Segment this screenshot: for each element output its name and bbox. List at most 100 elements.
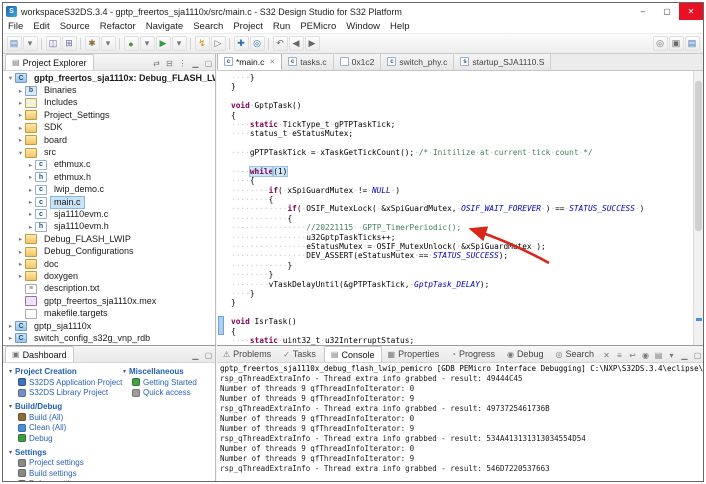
menu-project[interactable]: Project [228, 21, 268, 32]
view-tab-console[interactable]: ▤ Console [323, 346, 382, 362]
tree-collapsed-arrow-icon[interactable]: ▸ [26, 223, 35, 231]
project-tree[interactable]: ▾ Cgptp_freertos_sja1110x: Debug_FLASH_LW… [3, 71, 215, 344]
toolbar-build-dropdown-icon[interactable]: ▾ [100, 36, 116, 51]
tree-collapsed-arrow-icon[interactable]: ▸ [16, 87, 25, 95]
tree-item[interactable]: ▸ c sja1110evm.c [3, 208, 215, 220]
clear-console-icon[interactable]: ✕ [600, 348, 613, 362]
tree-item[interactable]: gptp_freertos_sja1110x.mex [3, 295, 215, 307]
maximize-icon[interactable]: ▢ [202, 348, 215, 362]
editor-scrollbar[interactable] [693, 71, 703, 345]
tree-item[interactable]: ▾ Cgptp_freertos_sja1110x: Debug_FLASH_LW… [3, 72, 215, 84]
tree-item[interactable]: ▸ Project_Settings [3, 109, 215, 121]
toolbar-new-wizard-icon[interactable]: ✚ [233, 36, 249, 51]
menu-pemicro[interactable]: PEMicro [295, 21, 341, 32]
tree-collapsed-arrow-icon[interactable]: ▸ [6, 334, 15, 342]
view-tab-problems[interactable]: ⚠ Problems [217, 346, 277, 362]
editor-tab-tasks-c[interactable]: c tasks.c [282, 54, 334, 70]
tree-collapsed-arrow-icon[interactable]: ▸ [16, 235, 25, 243]
tree-expanded-arrow-icon[interactable]: ▾ [16, 149, 25, 157]
menu-window[interactable]: Window [341, 21, 385, 32]
dashboard-link-clean-all-[interactable]: Clean (All) [9, 423, 123, 434]
tree-collapsed-arrow-icon[interactable]: ▸ [16, 99, 25, 107]
view-menu-icon[interactable]: ⋮ [176, 56, 189, 70]
dashboard-link-getting-started[interactable]: Getting Started [123, 377, 213, 388]
view-tab-tasks[interactable]: ✓ Tasks [277, 346, 322, 362]
tree-collapsed-arrow-icon[interactable]: ▸ [26, 210, 35, 218]
toolbar-build-all-icon[interactable]: ✱ [84, 36, 100, 51]
minimize-icon[interactable]: ▁ [189, 348, 202, 362]
tree-item[interactable]: ▸ h ethmux.h [3, 171, 215, 183]
view-tab-progress[interactable]: ◔ Progress [445, 346, 501, 362]
dashboard-section-title[interactable]: ▾ Build/Debug [9, 401, 123, 412]
editor-scrollbar-thumb[interactable] [695, 81, 702, 231]
tree-collapsed-arrow-icon[interactable]: ▸ [16, 136, 25, 144]
tree-item[interactable]: makefile.targets [3, 307, 215, 319]
tree-collapsed-arrow-icon[interactable]: ▸ [16, 260, 25, 268]
tree-item[interactable]: ▸ SDK [3, 122, 215, 134]
tree-item[interactable]: ▸ Cswitch_config_s32g_vnp_rdb [3, 332, 215, 344]
code-editor[interactable]: ····}} void·GptpTask(){····static·TickTyp… [217, 71, 693, 345]
dashboard-link-s32ds-application-project[interactable]: S32DS Application Project [9, 377, 123, 388]
toolbar-last-edit-icon[interactable]: ↶ [272, 36, 288, 51]
toolbar-run-icon[interactable]: ▶ [155, 36, 171, 51]
word-wrap-icon[interactable]: ↩ [626, 348, 639, 362]
dashboard-section-title[interactable]: ▾ Miscellaneous [123, 366, 213, 377]
minimize-icon[interactable]: ▁ [678, 348, 691, 362]
toolbar-quick-access-search-icon[interactable]: ◎ [652, 36, 668, 51]
toolbar-perspective-debug-icon[interactable]: ▣ [668, 36, 684, 51]
toolbar-new-icon[interactable]: ▤ [6, 36, 22, 51]
toolbar-debug-icon[interactable]: ● [123, 36, 139, 51]
tree-collapsed-arrow-icon[interactable]: ▸ [16, 111, 25, 119]
toolbar-new-dropdown-icon[interactable]: ▾ [22, 36, 38, 51]
toolbar-back-icon[interactable]: ◀ [288, 36, 304, 51]
tree-collapsed-arrow-icon[interactable]: ▸ [6, 322, 15, 330]
close-tab-icon[interactable]: ✕ [269, 58, 275, 66]
open-console-dropdown-icon[interactable]: ▾ [665, 348, 678, 362]
dashboard-section-title[interactable]: ▾ Project Creation [9, 366, 123, 377]
tree-item[interactable]: ▸ c lwip_demo.c [3, 184, 215, 196]
collapse-all-icon[interactable]: ⊟ [163, 56, 176, 70]
tree-item[interactable]: ▾ src [3, 146, 215, 158]
maximize-icon[interactable]: ▢ [691, 348, 703, 362]
tree-item[interactable]: ▸ doc [3, 258, 215, 270]
dashboard-section-title[interactable]: ▾ Settings [9, 447, 123, 458]
tree-collapsed-arrow-icon[interactable]: ▸ [26, 198, 35, 206]
tree-collapsed-arrow-icon[interactable]: ▸ [16, 124, 25, 132]
toolbar-search-icon[interactable]: ◎ [249, 36, 265, 51]
tree-item[interactable]: ▸ Debug_FLASH_LWIP [3, 233, 215, 245]
tree-item[interactable]: ▸ b Binaries [3, 84, 215, 96]
section-expand-icon[interactable]: ▾ [9, 368, 12, 375]
dashboard-link-s32ds-library-project[interactable]: S32DS Library Project [9, 388, 123, 399]
toolbar-save-icon[interactable]: ◫ [45, 36, 61, 51]
toolbar-forward-icon[interactable]: ▶ [304, 36, 320, 51]
tree-item[interactable]: ▸ c main.c [3, 195, 215, 209]
project-explorer-tab[interactable]: ▤ Project Explorer [5, 54, 94, 70]
view-tab-debug[interactable]: ◉ Debug [501, 346, 550, 362]
view-tab-properties[interactable]: ▦ Properties [382, 346, 446, 362]
menu-file[interactable]: File [3, 21, 28, 32]
tree-collapsed-arrow-icon[interactable]: ▸ [26, 161, 35, 169]
menu-navigate[interactable]: Navigate [141, 21, 189, 32]
dashboard-link-quick-access[interactable]: Quick access [123, 388, 213, 399]
console-output[interactable]: gptp_freertos_sja1110x_debug_flash_lwip_… [217, 363, 703, 481]
toolbar-flash-programmer-icon[interactable]: ↯ [194, 36, 210, 51]
close-button[interactable]: ✕ [679, 3, 703, 20]
tree-item[interactable]: ▸ Includes [3, 97, 215, 109]
tree-item[interactable]: ▸ doxygen [3, 270, 215, 282]
link-with-editor-icon[interactable]: ⇄ [150, 56, 163, 70]
dashboard-link-debug-settings[interactable]: Debug settings [9, 479, 123, 481]
tree-collapsed-arrow-icon[interactable]: ▸ [26, 186, 35, 194]
dashboard-link-debug[interactable]: Debug [9, 433, 123, 444]
editor-tab--main-c[interactable]: c *main.c ✕ [217, 54, 283, 70]
tree-collapsed-arrow-icon[interactable]: ▸ [16, 272, 25, 280]
section-expand-icon[interactable]: ▾ [9, 403, 12, 410]
section-expand-icon[interactable]: ▾ [9, 449, 12, 456]
tree-collapsed-arrow-icon[interactable]: ▸ [16, 248, 25, 256]
section-expand-icon[interactable]: ▾ [123, 368, 126, 375]
maximize-button[interactable]: ▢ [655, 3, 679, 20]
tree-item[interactable]: ▸ Cgptp_sja1110x [3, 320, 215, 332]
toolbar-run-dropdown-icon[interactable]: ▾ [171, 36, 187, 51]
minimize-icon[interactable]: ▁ [189, 56, 202, 70]
tree-expanded-arrow-icon[interactable]: ▾ [6, 74, 15, 82]
tree-collapsed-arrow-icon[interactable]: ▸ [26, 173, 35, 181]
